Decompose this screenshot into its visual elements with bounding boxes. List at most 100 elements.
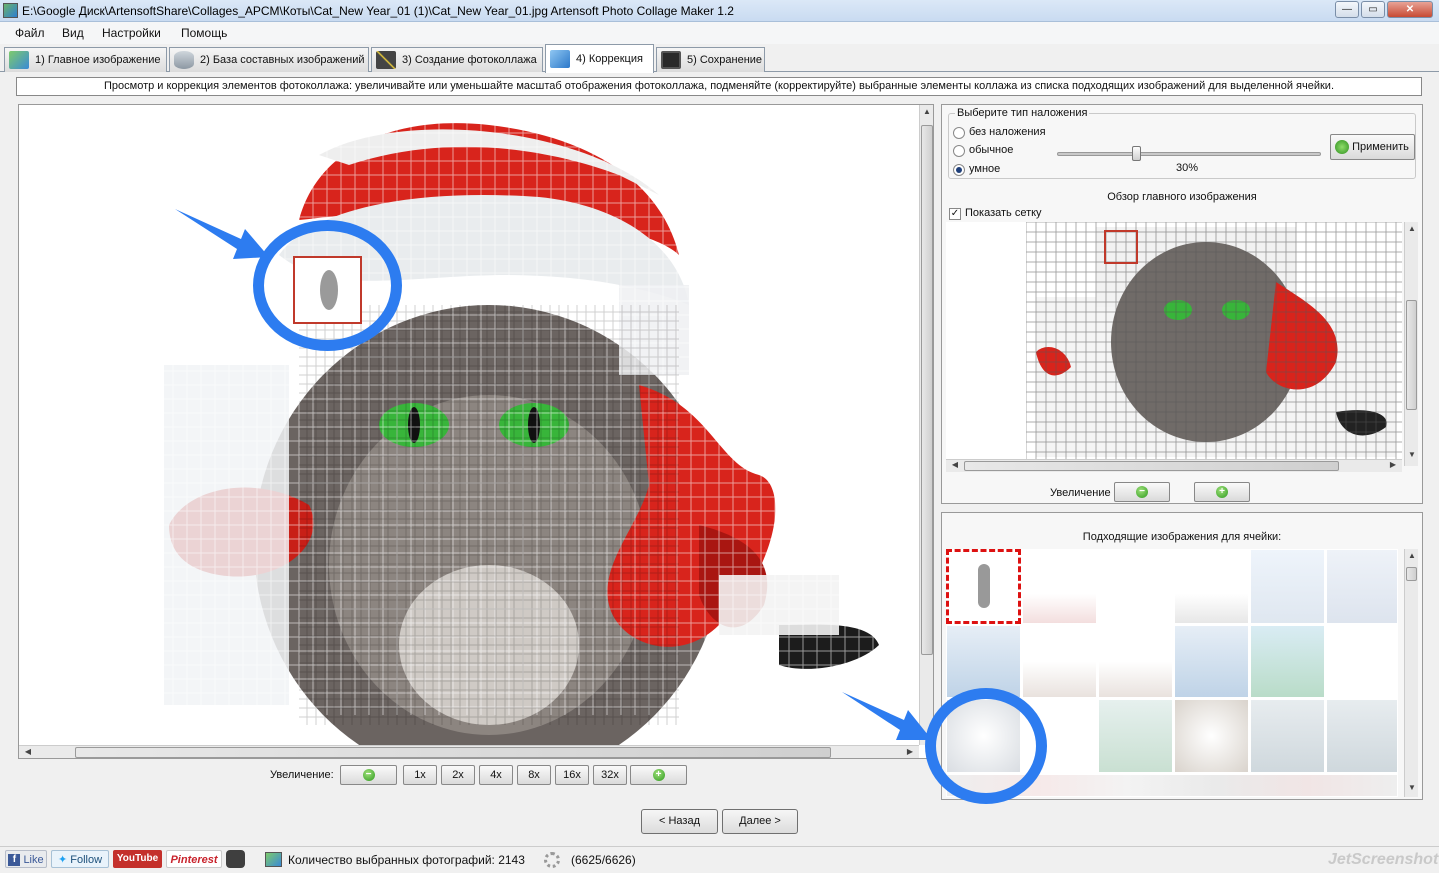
cubes-icon [550,50,570,68]
highlight-circle [253,220,402,351]
pinterest-button[interactable]: Pinterest [166,850,222,868]
overlay-smart-label: умное [969,163,1001,175]
floppy-disk-icon [661,51,681,69]
menu-settings[interactable]: Настройки [102,26,161,40]
menu-view[interactable]: Вид [62,26,84,40]
overlay-normal-radio[interactable] [953,145,965,157]
photos-icon [265,852,282,867]
tab-main-image[interactable]: 1) Главное изображение [4,47,167,72]
overlay-none-radio[interactable] [953,127,965,139]
overlay-normal-label: обычное [969,144,1014,156]
tab-correction[interactable]: 4) Коррекция [545,44,654,73]
overlay-none-label: без наложения [969,126,1046,138]
annotation-arrow [175,209,269,259]
tab-database[interactable]: 2) База составных изображений [169,47,369,72]
candidate-image[interactable] [1022,549,1097,624]
horizontal-scrollbar[interactable]: ◀ ▶ [19,745,919,758]
refresh-icon [1335,140,1349,154]
plus-icon: + [652,769,665,781]
apply-button[interactable]: Применить [1330,134,1415,160]
menu-help[interactable]: Помощь [181,26,227,40]
preview-image[interactable] [946,222,1402,466]
overlay-slider-track[interactable] [1057,152,1321,156]
twitter-follow-button[interactable]: ✦ Follow [51,850,109,868]
preview-title: Обзор главного изображения [1107,191,1257,203]
candidate-image[interactable] [1326,549,1398,624]
progress-count: (6625/6626) [571,853,636,867]
menu-file[interactable]: Файл [15,26,45,40]
candidate-image[interactable] [1098,549,1173,624]
overlay-slider-value: 30% [1176,162,1199,174]
instagram-icon[interactable] [226,850,245,868]
youtube-button[interactable]: YouTube [113,850,162,868]
cat-figure [978,564,990,608]
back-button[interactable]: < Назад [641,809,718,834]
tab-create[interactable]: 3) Создание фотоколлажа [371,47,543,72]
candidate-image[interactable] [1250,549,1325,624]
suitable-images-panel: Подходящие изображения для ячейки: ▲ ▼ [925,512,1423,804]
plus-icon: + [1216,486,1228,498]
menu-bar: Файл Вид Настройки Помощь [0,22,1439,44]
vertical-scrollbar[interactable]: ▲ ▼ [919,105,933,745]
collage-viewer[interactable]: ▲ ▼ ◀ ▶ [18,104,934,759]
overlay-and-preview-panel: Выберите тип наложения без наложения обы… [941,104,1423,504]
loading-spinner-icon [544,852,560,868]
selected-photos-count: Количество выбранных фотографий: 2143 [288,853,525,867]
maximize-button[interactable]: ▭ [1361,1,1385,18]
candidate-image[interactable] [1250,699,1325,773]
zoom-32x-button[interactable]: 32x [593,765,627,785]
candidate-image[interactable] [1098,625,1173,698]
candidate-image[interactable] [1174,625,1249,698]
candidate-image[interactable] [1174,699,1249,773]
suitable-vertical-scrollbar[interactable]: ▲ ▼ [1404,549,1418,797]
show-grid-checkbox[interactable]: ✓ [949,208,961,220]
database-icon [174,51,194,69]
next-button[interactable]: Далее > [722,809,798,834]
show-grid-label: Показать сетку [965,207,1042,219]
candidate-image[interactable] [1022,625,1097,698]
zoom-label: Увеличение: [270,769,334,781]
candidate-image[interactable] [1326,625,1398,698]
watermark-logo: JetScreenshot [1328,851,1439,868]
zoom-4x-button[interactable]: 4x [479,765,513,785]
highlight-circle [925,688,1047,804]
preview-zoom-out-button[interactable]: − [1114,482,1170,502]
candidate-image[interactable] [1174,549,1249,624]
twitter-icon: ✦ [57,854,68,866]
facebook-like-button[interactable]: f Like [5,850,47,868]
status-bar: f Like ✦ Follow YouTube Pinterest Количе… [0,846,1439,873]
preview-horizontal-scrollbar[interactable]: ◀ ▶ [946,459,1402,472]
wizard-tabs: 1) Главное изображение 2) База составных… [0,44,1439,73]
zoom-16x-button[interactable]: 16x [555,765,589,785]
suitable-images-title: Подходящие изображения для ячейки: [1082,531,1282,543]
candidate-image[interactable] [1098,699,1173,773]
overlay-slider-thumb[interactable] [1132,146,1142,161]
zoom-out-button[interactable]: − [340,765,397,785]
candidate-image[interactable] [1326,699,1398,773]
preview-vertical-scrollbar[interactable]: ▲ ▼ [1404,222,1418,466]
overlay-type-group: Выберите тип наложения без наложения обы… [948,107,1416,179]
candidate-image[interactable] [1250,625,1325,698]
collage-mosaic[interactable] [19,105,919,745]
annotation-arrow [842,692,932,740]
zoom-1x-button[interactable]: 1x [403,765,437,785]
minimize-button[interactable]: — [1335,1,1359,18]
magic-wand-icon [376,51,396,69]
window-title: E:\Google Диск\ArtensoftShare\Collages_A… [22,4,734,18]
overlay-legend: Выберите тип наложения [955,107,1090,119]
overlay-smart-radio[interactable] [953,164,965,176]
close-button[interactable]: ✕ [1387,1,1433,18]
zoom-2x-button[interactable]: 2x [441,765,475,785]
zoom-8x-button[interactable]: 8x [517,765,551,785]
preview-zoom-in-button[interactable]: + [1194,482,1250,502]
image-icon [9,51,29,69]
instructions-text: Просмотр и коррекция элементов фотоколла… [16,77,1422,96]
title-bar: E:\Google Диск\ArtensoftShare\Collages_A… [0,0,1439,22]
preview-zoom-label: Увеличение [1050,487,1111,499]
minus-icon: − [362,769,375,781]
tab-save[interactable]: 5) Сохранение [656,47,765,72]
facebook-icon: f [8,854,21,867]
main-image-preview[interactable] [946,222,1402,466]
app-icon [3,3,18,18]
zoom-in-button[interactable]: + [630,765,687,785]
